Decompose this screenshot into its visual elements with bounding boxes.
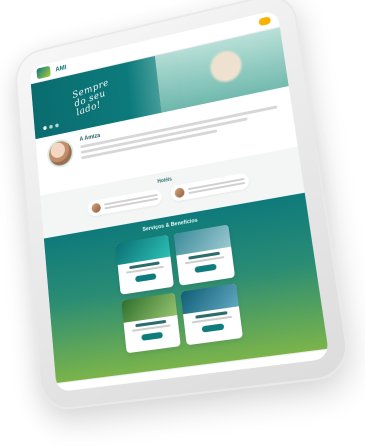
service-card[interactable] — [116, 235, 174, 295]
hero-carousel-dots[interactable] — [43, 123, 59, 130]
tablet-screen: AMI Sempre do seu lado! A Amiza Hotéis S… — [29, 10, 329, 392]
carousel-dot-active[interactable] — [43, 126, 47, 130]
header-cta-button[interactable] — [258, 16, 271, 26]
service-card[interactable] — [174, 225, 235, 286]
service-card[interactable] — [180, 283, 243, 345]
carousel-dot[interactable] — [49, 125, 53, 129]
testimonial-text — [188, 178, 245, 194]
service-button[interactable] — [141, 332, 163, 341]
services-grid — [116, 225, 243, 354]
testimonial-avatar — [174, 187, 185, 198]
service-card[interactable] — [121, 293, 180, 354]
service-button[interactable] — [194, 264, 216, 273]
about-avatar — [48, 139, 73, 167]
service-button[interactable] — [135, 273, 156, 282]
brand-name[interactable]: AMI — [55, 64, 67, 73]
brand-logo-icon[interactable] — [36, 66, 50, 80]
testimonial-text — [104, 194, 158, 210]
service-button[interactable] — [202, 323, 225, 332]
tablet-mockup: AMI Sempre do seu lado! A Amiza Hotéis S… — [13, 0, 352, 412]
hero-script-text: Sempre do seu lado! — [72, 79, 115, 118]
testimonial-avatar — [91, 202, 101, 213]
carousel-dot[interactable] — [55, 123, 59, 127]
